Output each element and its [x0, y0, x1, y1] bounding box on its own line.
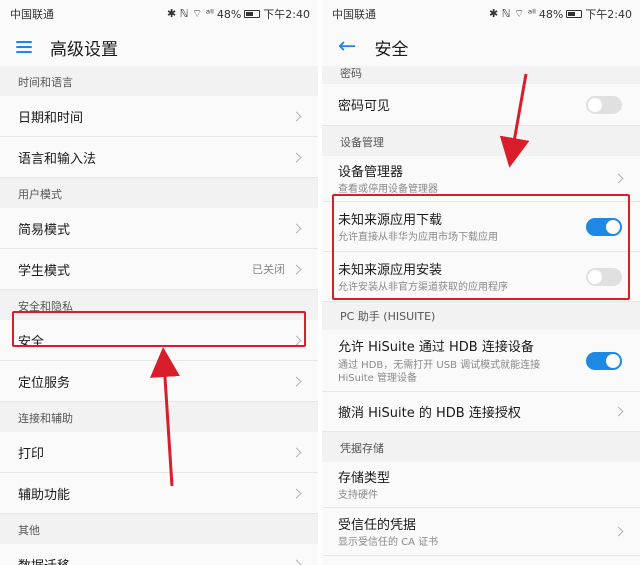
- settings-item-accessibility[interactable]: 辅助功能: [0, 473, 318, 514]
- app-bar: 高级设置: [0, 28, 318, 66]
- chevron-right-icon: [291, 335, 302, 345]
- signal-icons: ✱ ℕ ⌔ ᵃˡˡ: [489, 7, 536, 20]
- chevron-right-icon: [291, 447, 302, 457]
- password-visible-row[interactable]: 密码可见: [322, 84, 640, 126]
- unknown-source-download-row[interactable]: 未知来源应用下载 允许直接从非华为应用市场下载应用: [322, 202, 640, 252]
- page-title: 高级设置: [50, 39, 118, 60]
- battery-icon: [244, 10, 261, 18]
- carrier: 中国联通: [10, 8, 54, 21]
- clock: 下午2:40: [585, 8, 632, 21]
- settings-item-simple-mode[interactable]: 简易模式: [0, 208, 318, 249]
- battery-icon: [566, 10, 583, 18]
- section-header-security-privacy: 安全和隐私: [0, 290, 318, 320]
- chevron-right-icon: [291, 488, 302, 498]
- section-header-password: 密码: [322, 66, 640, 84]
- back-arrow-icon[interactable]: ←: [338, 36, 356, 58]
- chevron-right-icon: [291, 264, 302, 274]
- section-header-other: 其他: [0, 514, 318, 544]
- device-manager-row[interactable]: 设备管理器 查看或停用设备管理器: [322, 156, 640, 202]
- battery-percent: 48%: [216, 7, 242, 21]
- page-title: 安全: [374, 39, 409, 60]
- section-header-credential-storage: 凭据存储: [322, 432, 640, 462]
- revoke-hdb-row[interactable]: 撤消 HiSuite 的 HDB 连接授权: [322, 392, 640, 432]
- battery-percent: 48%: [538, 7, 564, 21]
- carrier: 中国联通: [332, 8, 376, 21]
- trusted-credentials-row[interactable]: 受信任的凭据 显示受信任的 CA 证书: [322, 508, 640, 556]
- section-header-connection-accessibility: 连接和辅助: [0, 402, 318, 432]
- settings-item-date-time[interactable]: 日期和时间: [0, 96, 318, 137]
- section-header-user-mode: 用户模式: [0, 178, 318, 208]
- section-header-pc-assistant: PC 助手 (HISUITE): [322, 302, 640, 330]
- chevron-right-icon: [291, 111, 302, 121]
- unknown-source-install-toggle[interactable]: [586, 267, 622, 286]
- settings-item-data-migration[interactable]: 数据迁移: [0, 544, 318, 565]
- unknown-source-install-row[interactable]: 未知来源应用安装 允许安装从非官方渠道获取的应用程序: [322, 252, 640, 302]
- settings-item-security[interactable]: 安全: [0, 320, 318, 361]
- settings-item-location[interactable]: 定位服务: [0, 361, 318, 402]
- section-header-time-language: 时间和语言: [0, 66, 318, 96]
- settings-item-language-input[interactable]: 语言和输入法: [0, 137, 318, 178]
- security-screen: 中国联通 ✱ ℕ ⌔ ᵃˡˡ 48% 下午2:40 ← 安全 密码 密码可见 设…: [322, 0, 640, 565]
- chevron-right-icon: [291, 152, 302, 162]
- student-mode-status: 已关闭: [252, 263, 285, 276]
- chevron-right-icon: [291, 223, 302, 233]
- status-bar: 中国联通 ✱ ℕ ⌔ ᵃˡˡ 48% 下午2:40: [322, 0, 640, 28]
- hisuite-hdb-toggle[interactable]: [586, 351, 622, 370]
- settings-item-print[interactable]: 打印: [0, 432, 318, 473]
- chevron-right-icon: [613, 406, 624, 417]
- status-bar: 中国联通 ✱ ℕ ⌔ ᵃˡˡ 48% 下午2:40: [0, 0, 318, 28]
- settings-item-student-mode[interactable]: 学生模式 已关闭: [0, 249, 318, 290]
- chevron-right-icon: [613, 526, 624, 537]
- password-visible-toggle[interactable]: [586, 95, 622, 114]
- menu-icon[interactable]: [16, 41, 32, 53]
- chevron-right-icon: [613, 173, 624, 184]
- advanced-settings-screen: 中国联通 ✱ ℕ ⌔ ᵃˡˡ 48% 下午2:40 高级设置 时间和语言 日期和…: [0, 0, 318, 565]
- signal-icons: ✱ ℕ ⌔ ᵃˡˡ: [167, 7, 214, 20]
- app-bar: ← 安全: [322, 28, 640, 66]
- unknown-source-download-toggle[interactable]: [586, 217, 622, 236]
- storage-type-row[interactable]: 存储类型 支持硬件: [322, 462, 640, 508]
- chevron-right-icon: [291, 559, 302, 565]
- section-header-device-management: 设备管理: [322, 126, 640, 156]
- clock: 下午2:40: [263, 8, 310, 21]
- hisuite-hdb-row[interactable]: 允许 HiSuite 通过 HDB 连接设备 通过 HDB，无需打开 USB 调…: [322, 330, 640, 392]
- chevron-right-icon: [291, 376, 302, 386]
